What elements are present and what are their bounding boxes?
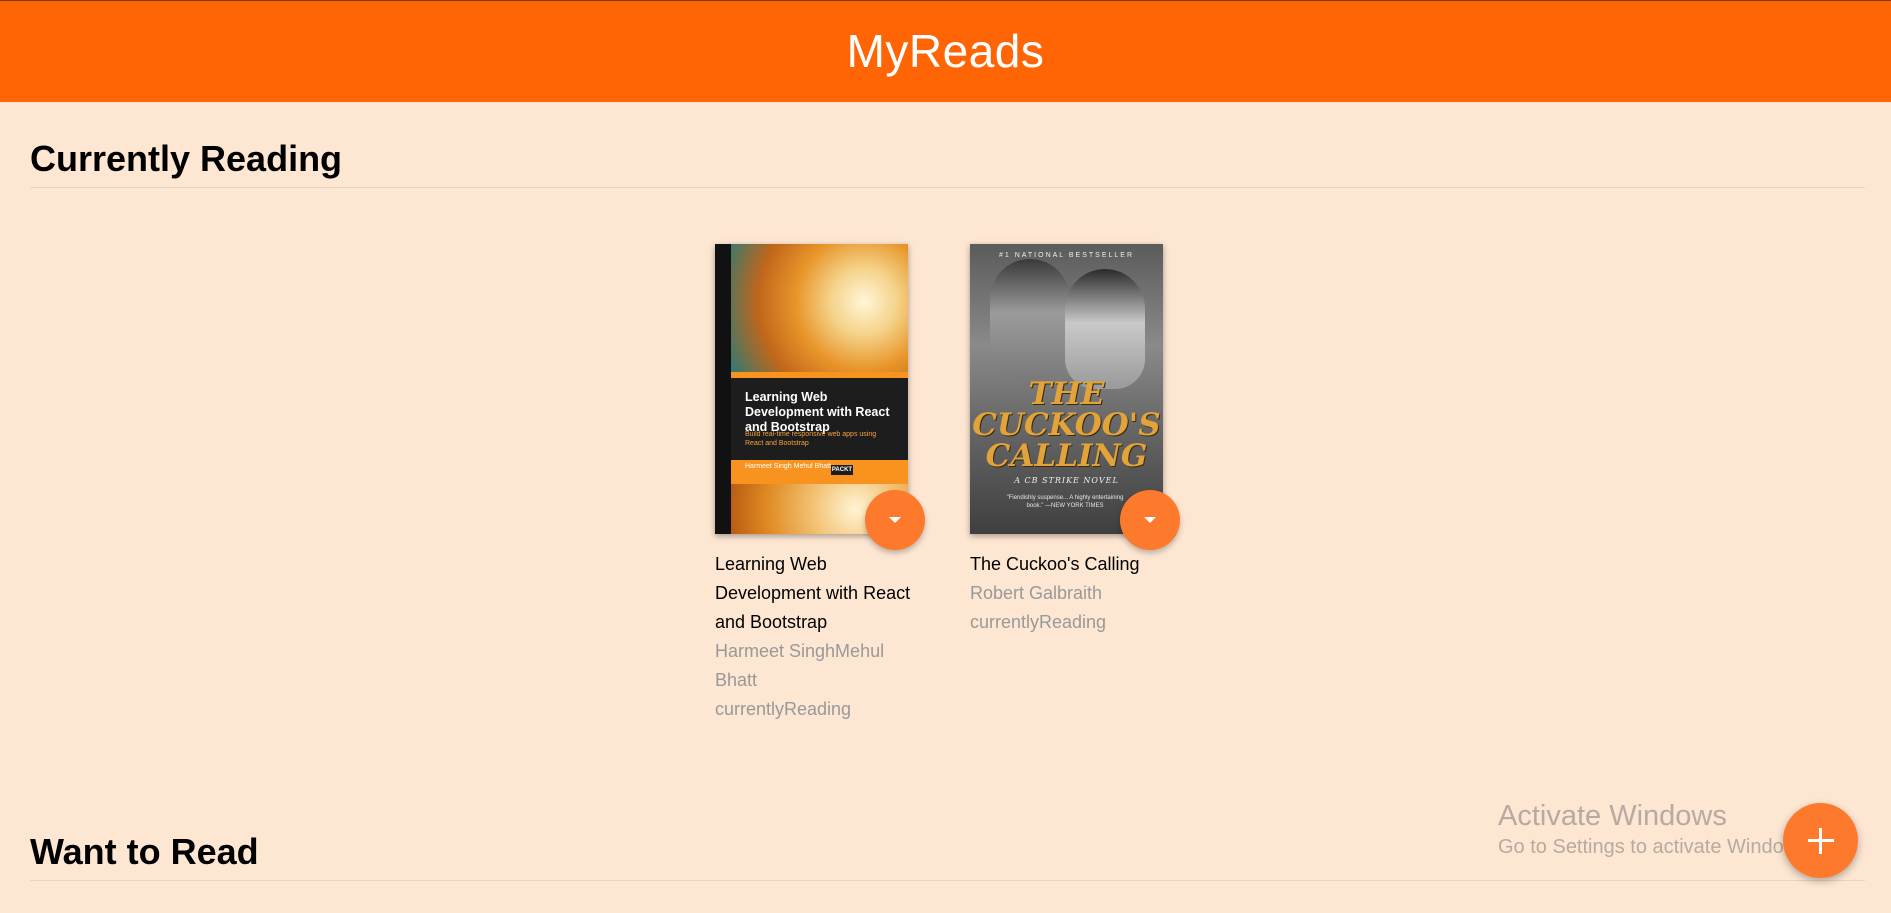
shelf-changer-button[interactable] xyxy=(865,490,925,550)
book-shelf-label: currentlyReading xyxy=(715,699,852,719)
shelf-changer-button[interactable] xyxy=(1120,490,1180,550)
cover-subtitle: Build real-time responsive web apps usin… xyxy=(745,431,877,447)
book-shelf-label: currentlyReading xyxy=(970,612,1107,632)
cover-figure-woman xyxy=(1065,269,1145,389)
book-cover[interactable]: Learning Web Development with React and … xyxy=(715,244,908,534)
add-book-button[interactable] xyxy=(1783,803,1858,878)
plus-icon-vertical xyxy=(1819,828,1822,854)
caret-down-icon xyxy=(889,517,901,523)
cover-title: THE CUCKOO'S CALLING xyxy=(972,376,1161,474)
cover-photo xyxy=(731,244,908,372)
caret-down-icon xyxy=(1144,517,1156,523)
windows-activation-watermark: Activate Windows Go to Settings to activ… xyxy=(1498,798,1814,860)
book-authors: Robert Galbraith xyxy=(970,583,1103,603)
publisher-logo: PACKT xyxy=(831,465,853,475)
shelf-divider xyxy=(30,880,1865,881)
shelf-title-want-to-read: Want to Read xyxy=(30,831,259,872)
book-cover[interactable]: #1 NATIONAL BESTSELLER THE CUCKOO'S CALL… xyxy=(970,244,1163,534)
shelf-title-currently-reading: Currently Reading xyxy=(30,138,343,179)
cover-title: Learning Web Development with React and … xyxy=(745,390,890,434)
book-title: Learning Web Development with React and … xyxy=(715,554,911,632)
cover-authors: Harmeet Singh Mehul Bhatt xyxy=(745,463,831,470)
cover-badge: #1 NATIONAL BESTSELLER xyxy=(998,252,1135,259)
cover-figure-man xyxy=(990,259,1070,379)
cover-spine xyxy=(715,244,731,534)
shelf-divider xyxy=(30,187,1865,188)
watermark-line2: Go to Settings to activate Windows. xyxy=(1498,836,1814,858)
cover-band xyxy=(731,372,908,378)
book-info: The Cuckoo's Calling Robert Galbraith cu… xyxy=(970,550,1180,637)
book-title: The Cuckoo's Calling xyxy=(970,554,1140,574)
app-title: MyReads xyxy=(846,24,1045,77)
cover-subtitle: A CB STRIKE NOVEL xyxy=(1014,476,1119,485)
cover-quote: "Fiendishly suspense... A highly enterta… xyxy=(1006,495,1124,509)
watermark-line1: Activate Windows xyxy=(1498,800,1727,832)
book-authors: Harmeet SinghMehul Bhatt xyxy=(715,641,885,690)
app-header: MyReads xyxy=(0,0,1891,102)
book-info: Learning Web Development with React and … xyxy=(715,550,925,724)
